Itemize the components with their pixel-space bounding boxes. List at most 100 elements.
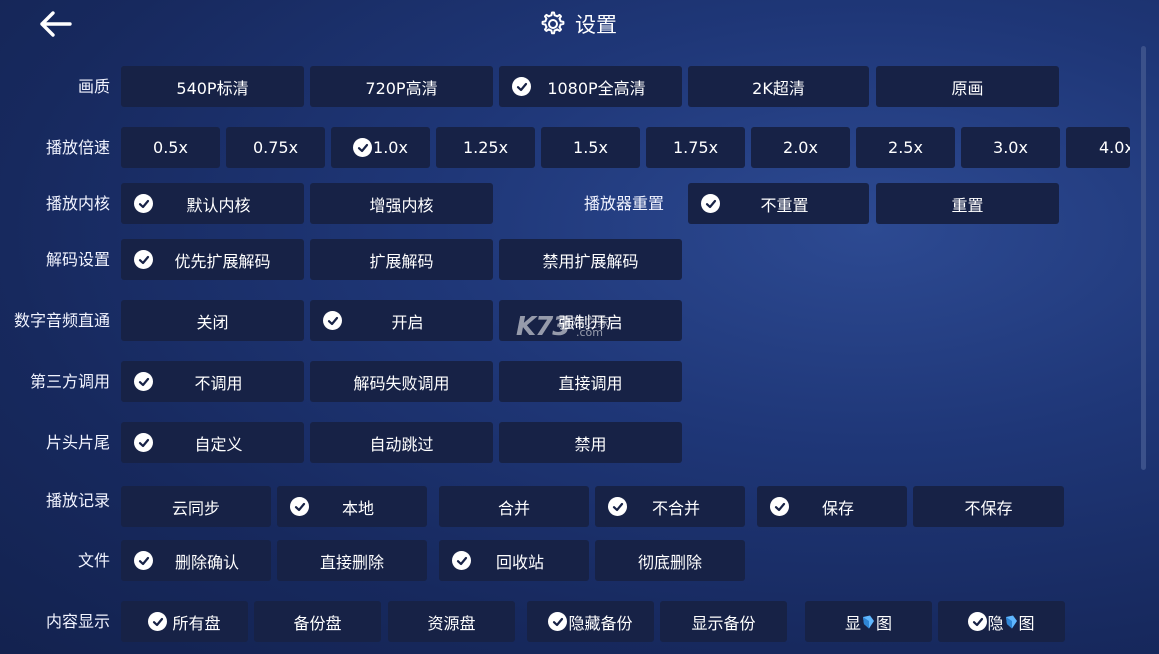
option-label: 1.25x — [462, 138, 509, 157]
option-direct-call[interactable]: 直接调用 — [499, 361, 682, 402]
row-label: 播放倍速 — [45, 138, 110, 157]
page-title-group: 设置 — [537, 8, 617, 40]
option-2k[interactable]: 2K超清 — [688, 66, 869, 107]
option-label: 直接调用 — [558, 373, 623, 393]
option-label: 1.75x — [672, 138, 719, 157]
option-label: 解码失败调用 — [353, 373, 450, 393]
row-file: 文件 删除确认 直接删除 回收站 彻底删除 — [0, 540, 1159, 582]
option-label: 默认内核 — [186, 195, 251, 215]
speed-2.0x[interactable]: 2.0x — [751, 127, 850, 168]
row-label: 数字音频直通 — [13, 311, 110, 330]
option-recycle-bin[interactable]: 回收站 — [439, 540, 589, 581]
option-1080p[interactable]: 1080P全高清 — [499, 66, 682, 107]
option-off[interactable]: 关闭 — [121, 300, 304, 341]
gear-icon — [541, 11, 565, 35]
check-circle-icon — [452, 551, 471, 570]
row-label: 内容显示 — [45, 612, 110, 631]
option-auto-skip[interactable]: 自动跳过 — [310, 422, 493, 463]
option-label: 备份盘 — [293, 613, 342, 633]
speed-0.75x[interactable]: 0.75x — [226, 127, 325, 168]
option-ext-decode[interactable]: 扩展解码 — [310, 239, 493, 280]
option-delete-confirm[interactable]: 删除确认 — [121, 540, 271, 581]
speed-4.0x[interactable]: 4.0x — [1066, 127, 1130, 168]
option-custom[interactable]: 自定义 — [121, 422, 304, 463]
option-720p[interactable]: 720P高清 — [310, 66, 493, 107]
option-prefer-ext-decode[interactable]: 优先扩展解码 — [121, 239, 304, 280]
row-label: 画质 — [77, 77, 110, 96]
check-circle-icon — [512, 77, 531, 96]
option-no-reset[interactable]: 不重置 — [688, 183, 869, 224]
option-show-backup[interactable]: 显示备份 — [660, 601, 787, 642]
option-on[interactable]: 开启 — [310, 300, 493, 341]
option-merge[interactable]: 合并 — [439, 486, 589, 527]
row-label: 解码设置 — [45, 250, 110, 269]
row-label: 第三方调用 — [29, 372, 110, 391]
option-no-save[interactable]: 不保存 — [913, 486, 1064, 527]
check-circle-icon — [134, 194, 153, 213]
option-cloud-sync[interactable]: 云同步 — [121, 486, 271, 527]
row-label: 播放内核 — [45, 194, 110, 213]
option-label-prefix: 隐 — [987, 613, 1004, 633]
row-decode: 解码设置 优先扩展解码 扩展解码 禁用扩展解码 — [0, 239, 1159, 281]
option-no-call[interactable]: 不调用 — [121, 361, 304, 402]
option-label: 所有盘 — [172, 613, 221, 633]
speed-2.5x[interactable]: 2.5x — [856, 127, 955, 168]
speed-1.0x[interactable]: 1.0x — [331, 127, 430, 168]
check-circle-icon — [353, 138, 373, 157]
speed-0.5x[interactable]: 0.5x — [121, 127, 220, 168]
option-resource-disk[interactable]: 资源盘 — [388, 601, 515, 642]
option-label: 1080P全高清 — [547, 78, 646, 98]
row-label: 播放记录 — [45, 491, 110, 510]
speed-3.0x[interactable]: 3.0x — [961, 127, 1060, 168]
option-backup-disk[interactable]: 备份盘 — [254, 601, 381, 642]
check-circle-icon — [548, 612, 568, 631]
check-circle-icon — [134, 551, 153, 570]
option-direct-delete[interactable]: 直接删除 — [277, 540, 427, 581]
option-call-on-fail[interactable]: 解码失败调用 — [310, 361, 493, 402]
option-label: 540P标清 — [176, 78, 249, 98]
option-hide-backup[interactable]: 隐藏备份 — [527, 601, 654, 642]
arrow-left-icon — [40, 11, 72, 37]
option-original[interactable]: 原画 — [876, 66, 1059, 107]
option-label: 强制开启 — [558, 312, 623, 332]
row-label: 片头片尾 — [45, 433, 110, 452]
option-enhanced-core[interactable]: 增强内核 — [310, 183, 493, 224]
check-circle-icon — [290, 497, 309, 516]
option-540p[interactable]: 540P标清 — [121, 66, 304, 107]
check-circle-icon — [148, 612, 168, 631]
row-passthrough: 数字音频直通 关闭 开启 强制开启 — [0, 300, 1159, 342]
check-circle-icon — [608, 497, 627, 516]
option-disable[interactable]: 禁用 — [499, 422, 682, 463]
option-label: 原画 — [951, 78, 984, 98]
option-label: 自动跳过 — [369, 434, 434, 454]
speed-1.75x[interactable]: 1.75x — [646, 127, 745, 168]
option-label-prefix: 显 — [844, 613, 861, 633]
option-disable-ext-decode[interactable]: 禁用扩展解码 — [499, 239, 682, 280]
option-label: 2.5x — [888, 138, 923, 157]
option-label: 显示备份 — [691, 613, 756, 633]
option-label: 不重置 — [760, 195, 809, 215]
back-button[interactable] — [38, 8, 74, 40]
option-label: 3.0x — [993, 138, 1028, 157]
option-reset[interactable]: 重置 — [876, 183, 1059, 224]
option-label: 直接删除 — [319, 552, 384, 572]
gem-icon — [1005, 615, 1017, 628]
option-default-core[interactable]: 默认内核 — [121, 183, 304, 224]
option-show-image[interactable]: 显 图 — [805, 601, 932, 642]
speed-1.25x[interactable]: 1.25x — [436, 127, 535, 168]
row-speed: 播放倍速 0.5x 0.75x 1.0x 1.25x 1.5x 1.75x 2.… — [0, 127, 1159, 169]
option-permanent-delete[interactable]: 彻底删除 — [595, 540, 745, 581]
option-label: 重置 — [951, 195, 984, 215]
option-force-on[interactable]: 强制开启 — [499, 300, 682, 341]
option-label: 0.75x — [252, 138, 299, 157]
speed-1.5x[interactable]: 1.5x — [541, 127, 640, 168]
option-all-disks[interactable]: 所有盘 — [121, 601, 248, 642]
option-local[interactable]: 本地 — [277, 486, 427, 527]
option-label: 720P高清 — [365, 78, 438, 98]
row-label-reset: 播放器重置 — [584, 194, 665, 213]
option-no-merge[interactable]: 不合并 — [595, 486, 745, 527]
option-save[interactable]: 保存 — [757, 486, 907, 527]
option-label: 禁用扩展解码 — [542, 251, 639, 271]
check-circle-icon — [134, 250, 153, 269]
option-hide-image[interactable]: 隐 图 — [938, 601, 1065, 642]
